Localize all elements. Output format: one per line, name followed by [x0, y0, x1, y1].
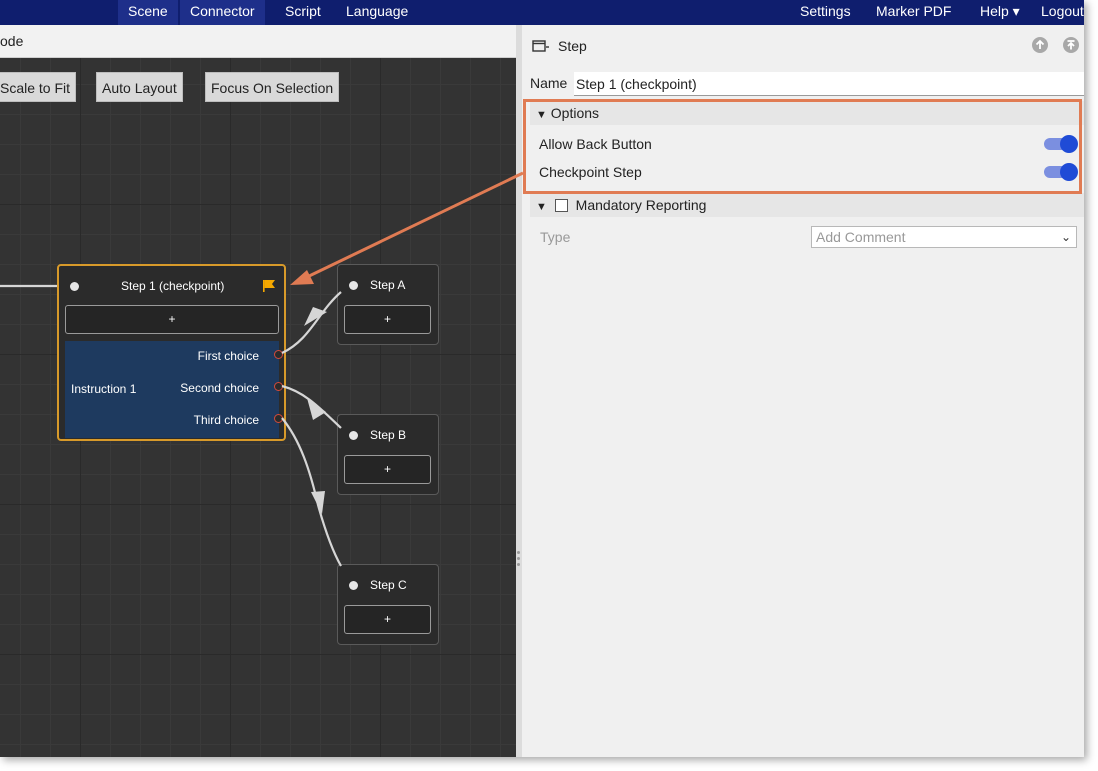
options-section-header[interactable]: ▼ Options [530, 101, 1084, 125]
instruction-block[interactable]: Instruction 1 First choice Second choice… [65, 341, 279, 438]
name-label: Name [530, 75, 568, 91]
node-add-button[interactable]: + [344, 455, 431, 484]
choice-label-second: Second choice [180, 381, 259, 395]
checkpoint-flag-icon [263, 280, 275, 292]
type-select[interactable]: Add Comment ⌄ [811, 226, 1077, 248]
node-step-c[interactable]: Step C + [337, 564, 439, 645]
nav-tab-script[interactable]: Script [275, 0, 331, 25]
arrow-to-top-icon [1067, 40, 1075, 50]
node-step-b[interactable]: Step B + [337, 414, 439, 495]
name-field[interactable] [574, 72, 1084, 96]
allow-back-button-toggle[interactable] [1044, 135, 1078, 153]
app-window: Scene Connector Script Language Settings… [0, 0, 1084, 757]
allow-back-button-label: Allow Back Button [539, 136, 652, 152]
mandatory-reporting-label: Mandatory Reporting [575, 197, 707, 213]
panel-title: Step [558, 38, 587, 54]
node-add-button[interactable]: + [344, 605, 431, 634]
choice-output-pin-third[interactable] [274, 414, 283, 423]
inspector-panel: Step Name ▼ Options Allow Back Button Ch… [522, 25, 1084, 757]
node-add-button[interactable]: + [65, 305, 279, 334]
nav-help-menu[interactable]: Help ▾ [970, 0, 1030, 25]
move-to-top-button[interactable] [1063, 37, 1079, 53]
scale-to-fit-button[interactable]: Scale to Fit [0, 72, 77, 102]
toggle-knob [1060, 135, 1078, 153]
type-label: Type [540, 229, 571, 245]
node-input-pin[interactable] [70, 282, 79, 291]
focus-on-selection-button[interactable]: Focus On Selection [205, 72, 340, 102]
node-title: Step C [370, 578, 407, 592]
checkpoint-step-toggle[interactable] [1044, 163, 1078, 181]
mandatory-reporting-section-header[interactable]: ▼ Mandatory Reporting [530, 193, 1084, 217]
graph-editor-title: ode [0, 33, 24, 49]
nav-marker-pdf-link[interactable]: Marker PDF [866, 0, 961, 25]
node-step-1[interactable]: Step 1 (checkpoint) + Instruction 1 Firs… [57, 264, 286, 441]
collapse-triangle-icon: ▼ [536, 109, 547, 121]
chevron-down-icon: ⌄ [1060, 230, 1071, 244]
node-input-pin[interactable] [349, 281, 358, 290]
splitter-grip [517, 563, 520, 566]
mandatory-reporting-checkbox[interactable] [554, 199, 568, 212]
arrow-up-icon [1035, 39, 1045, 49]
nav-tab-scene[interactable]: Scene [118, 0, 178, 25]
nav-logout-link[interactable]: Logout [1031, 0, 1084, 25]
nav-tab-language[interactable]: Language [336, 0, 418, 25]
type-select-value: Add Comment [816, 229, 906, 245]
choice-output-pin-second[interactable] [274, 382, 283, 391]
collapse-triangle-icon: ▼ [536, 201, 547, 213]
node-input-pin[interactable] [349, 431, 358, 440]
nav-settings-link[interactable]: Settings [790, 0, 861, 25]
choice-label-first: First choice [197, 349, 259, 363]
node-title: Step 1 (checkpoint) [121, 279, 225, 293]
name-row: Name [522, 72, 1084, 96]
node-input-pin[interactable] [349, 581, 358, 590]
node-title: Step A [370, 278, 406, 292]
node-add-button[interactable]: + [344, 305, 431, 334]
options-section-label: Options [550, 105, 600, 121]
graph-editor-header: ode [0, 25, 516, 58]
move-up-button[interactable] [1032, 37, 1048, 53]
step-window-icon [532, 40, 549, 52]
nav-tab-connector[interactable]: Connector [180, 0, 265, 25]
splitter-grip [517, 551, 520, 554]
splitter-grip [517, 557, 520, 560]
checkpoint-step-label: Checkpoint Step [539, 164, 642, 180]
choice-output-pin-first[interactable] [274, 350, 283, 359]
top-navigation-bar: Scene Connector Script Language Settings… [0, 0, 1084, 25]
choice-label-third: Third choice [193, 413, 259, 427]
toggle-knob [1060, 163, 1078, 181]
auto-layout-button[interactable]: Auto Layout [96, 72, 183, 102]
node-step-a[interactable]: Step A + [337, 264, 439, 345]
instruction-label: Instruction 1 [71, 382, 137, 396]
node-title: Step B [370, 428, 407, 442]
